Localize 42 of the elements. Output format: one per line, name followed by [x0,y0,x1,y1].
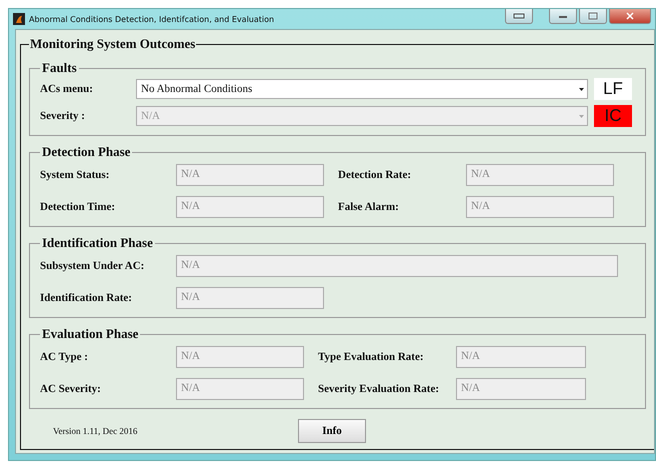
dropdown-arrow-icon [579,88,584,90]
app-icon [13,13,25,25]
readonly-field[interactable]: N/A [176,164,324,186]
field-label: AC Severity: [40,383,102,395]
readonly-field[interactable]: N/A [176,196,324,218]
minimize-button[interactable] [549,9,577,24]
field-label: Type Evaluation Rate: [317,351,425,363]
status-indicator: IC [594,105,632,127]
field-label: Subsystem Under AC: [40,260,144,272]
version-text: Version 1.11, Dec 2016 [53,426,138,436]
field-label: Identification Rate: [40,292,132,304]
readonly-field[interactable]: N/A [176,287,324,309]
group-title: Faults [41,60,78,76]
maximize-icon [588,12,598,20]
dropdown[interactable]: No Abnormal Conditions [136,79,588,99]
group-title: Identification Phase [41,235,154,251]
field-label: Detection Rate: [337,169,412,181]
readonly-field[interactable]: N/A [176,255,618,277]
window-title: Abnormal Conditions Detection, Identifcation, and Evaluation [29,14,276,24]
close-icon [625,12,635,20]
panel-title: Monitoring System Outcomes [29,36,196,52]
field-label: Detection Time: [40,201,116,213]
close-button[interactable] [609,9,651,24]
readonly-field[interactable]: N/A [466,196,614,218]
field-label: False Alarm: [337,201,400,213]
readonly-field[interactable]: N/A [466,164,614,186]
readonly-field[interactable]: N/A [456,378,586,400]
status-indicator: LF [594,78,632,100]
field-label: ACs menu: [40,83,94,95]
group-title: Detection Phase [41,144,132,160]
readonly-field[interactable]: N/A [456,346,586,368]
field-label: Severity : [40,110,86,122]
info-button[interactable]: Info [298,419,366,443]
field-label: Severity Evaluation Rate: [317,383,440,395]
maximize-button[interactable] [579,9,607,24]
field-label: AC Type : [40,351,89,363]
group-title: Evaluation Phase [41,326,140,342]
readonly-field[interactable]: N/A [176,378,304,400]
readonly-field[interactable]: N/A [176,346,304,368]
field-label: System Status: [40,169,110,181]
minimize-icon [558,13,568,19]
dropdown-arrow-icon [579,114,584,118]
